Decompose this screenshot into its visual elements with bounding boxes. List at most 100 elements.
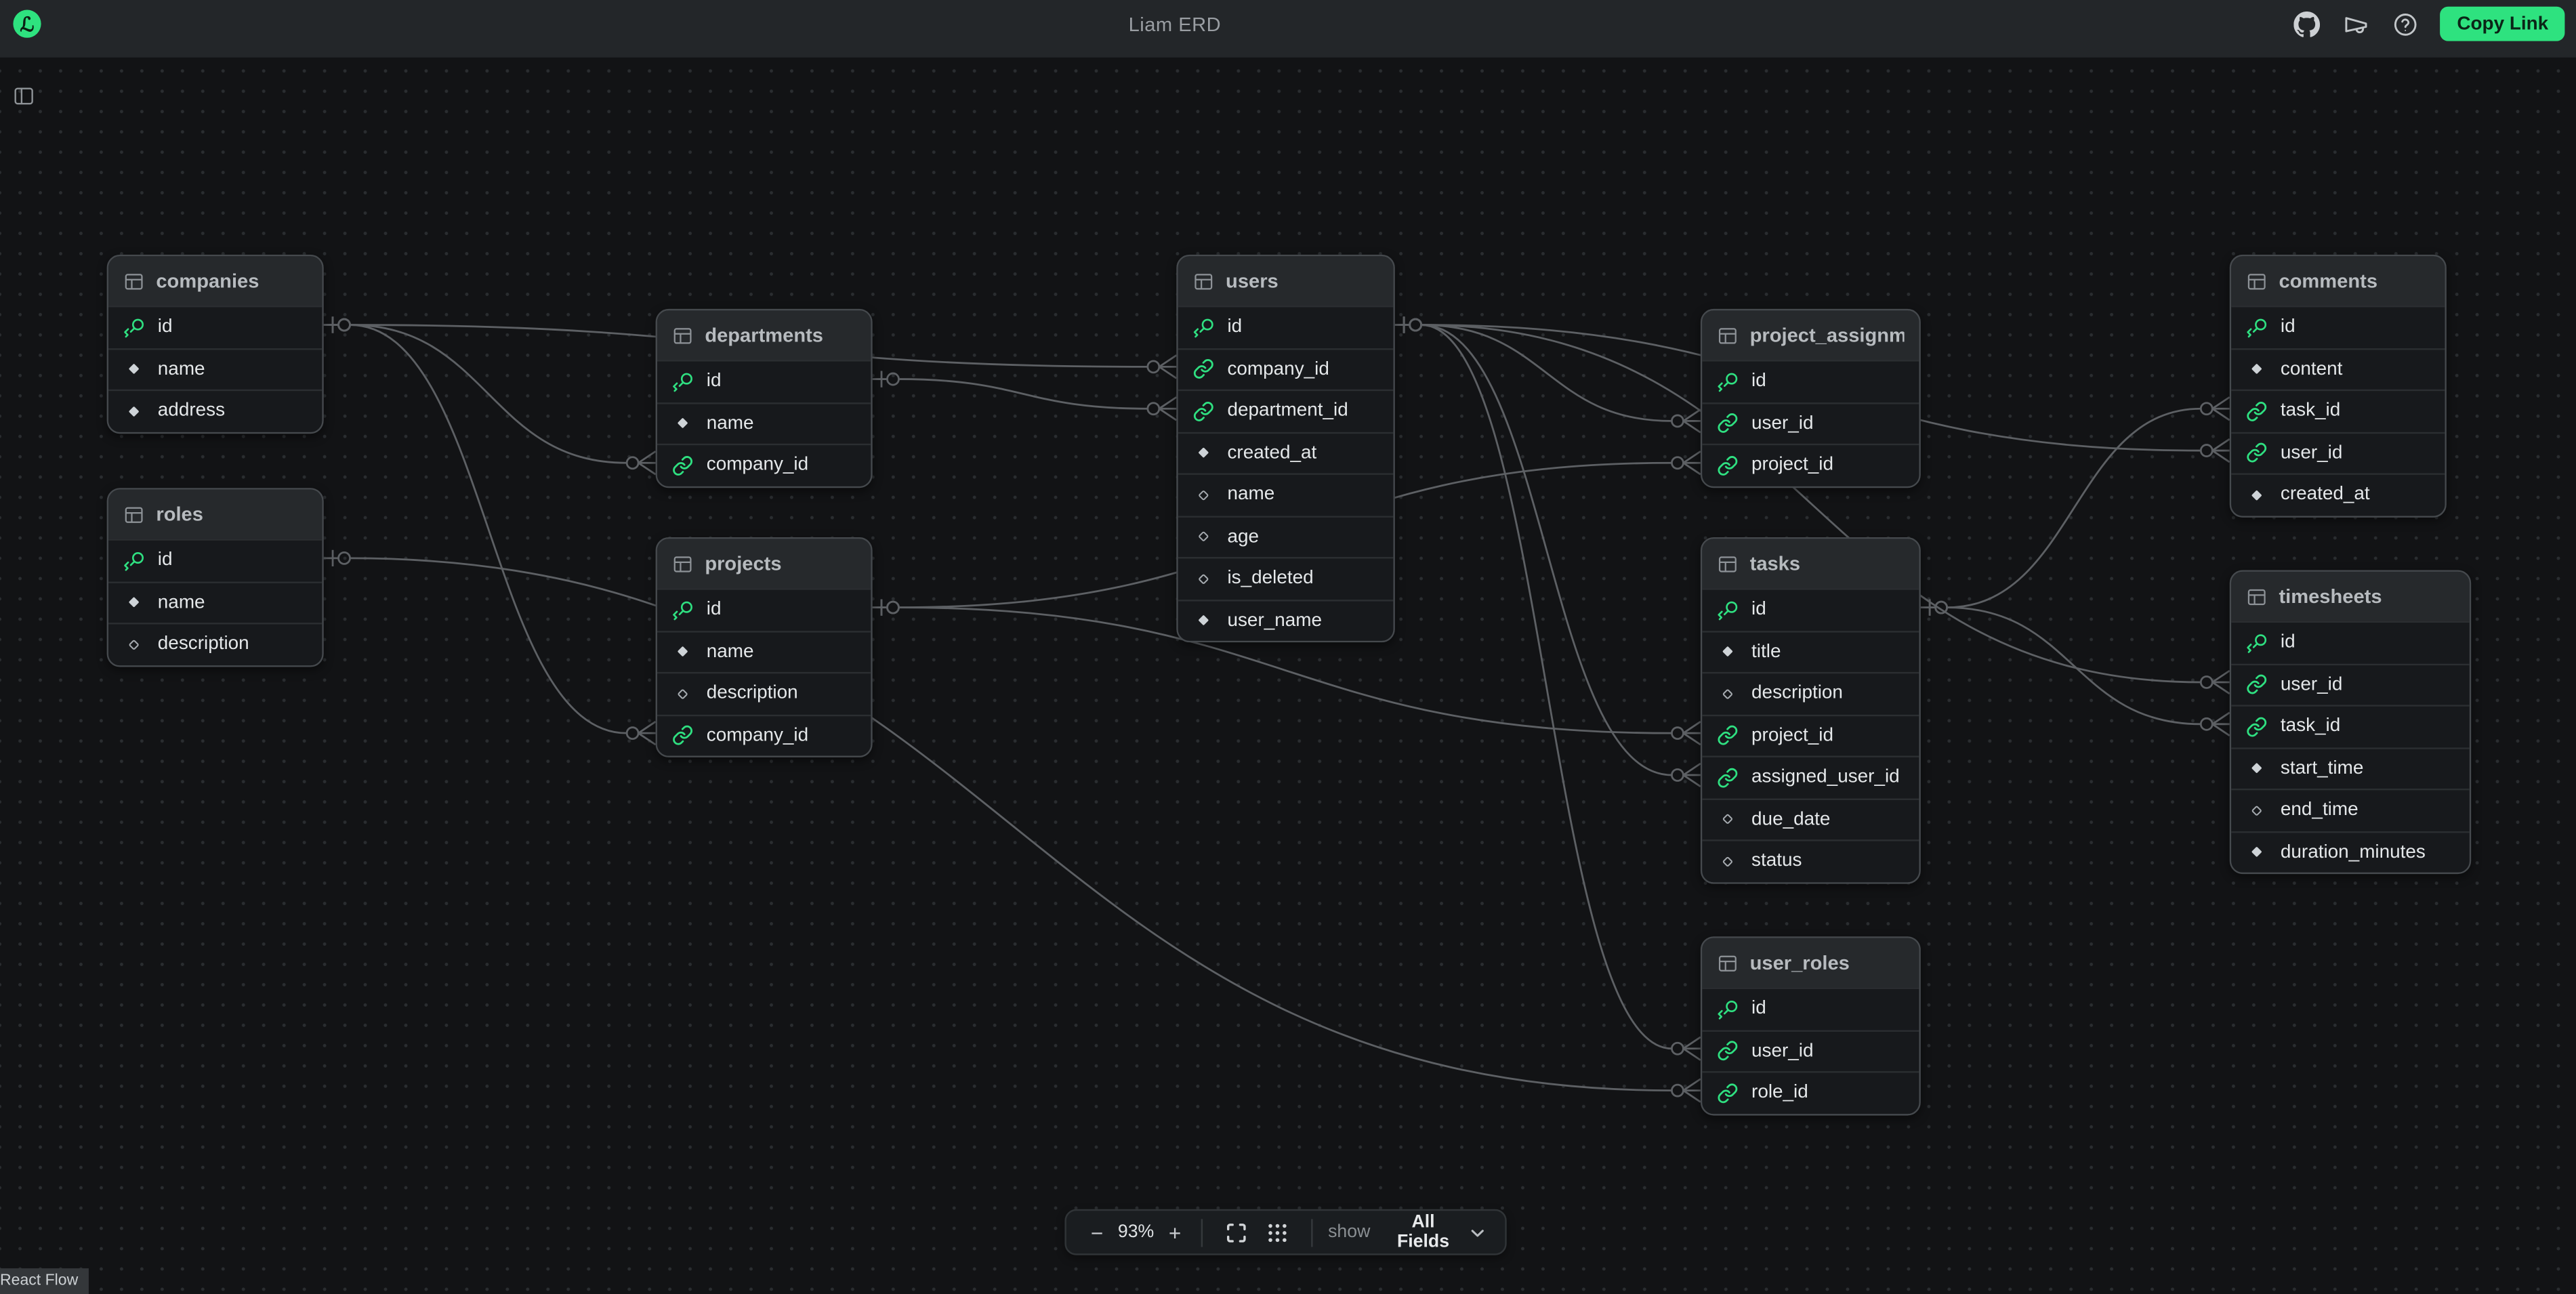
column-projects-company_id[interactable]: company_id xyxy=(657,714,871,756)
megaphone-icon[interactable] xyxy=(2342,10,2370,38)
table-header-user_roles[interactable]: user_roles xyxy=(1702,938,1919,988)
column-label: name xyxy=(707,642,754,662)
table-title: departments xyxy=(705,324,856,347)
table-users[interactable]: usersid company_id department_idcreated_at… xyxy=(1176,255,1395,642)
column-roles-description[interactable]: description xyxy=(108,623,322,665)
column-label: title xyxy=(1751,642,1781,662)
column-label: assigned_user_id xyxy=(1751,768,1900,787)
column-timesheets-id[interactable]: id xyxy=(2231,621,2470,663)
column-timesheets-end_time[interactable]: end_time xyxy=(2231,789,2470,831)
column-companies-address[interactable]: address xyxy=(108,390,322,432)
table-comments[interactable]: commentsidcontent task_id user_id created_a… xyxy=(2230,255,2447,517)
primary-key-icon xyxy=(123,550,145,572)
column-label: company_id xyxy=(1227,359,1329,379)
table-tasks[interactable]: tasks id title description project_idassigne… xyxy=(1701,537,1921,883)
column-timesheets-start_time[interactable]: start_time xyxy=(2231,747,2470,789)
table-companies[interactable]: companiesidnameaddress xyxy=(107,255,324,433)
column-comments-id[interactable]: id xyxy=(2231,306,2445,348)
column-timesheets-duration_minutes[interactable]: duration_minutes xyxy=(2231,831,2470,873)
table-header-departments[interactable]: departments xyxy=(657,310,871,360)
column-tasks-description[interactable]: description xyxy=(1702,672,1919,714)
not-null-diamond-icon xyxy=(123,400,145,422)
column-users-age[interactable]: age xyxy=(1178,515,1394,557)
column-tasks-title[interactable]: title xyxy=(1702,630,1919,672)
column-users-user_name[interactable]: user_name xyxy=(1178,599,1394,641)
table-header-timesheets[interactable]: timesheets xyxy=(2231,572,2470,621)
column-tasks-project_id[interactable]: project_id xyxy=(1702,714,1919,756)
column-comments-user_id[interactable]: user_id xyxy=(2231,432,2445,474)
column-comments-content[interactable]: content xyxy=(2231,348,2445,390)
column-label: created_at xyxy=(2281,485,2370,505)
table-header-comments[interactable]: comments xyxy=(2231,256,2445,306)
column-tasks-status[interactable]: status xyxy=(1702,839,1919,881)
foreign-key-icon xyxy=(1717,1082,1739,1104)
table-timesheets[interactable]: timesheets id user_idtask_idstart_timeend_… xyxy=(2230,570,2471,874)
help-icon[interactable] xyxy=(2391,10,2419,38)
column-tasks-id[interactable]: id xyxy=(1702,588,1919,630)
column-departments-id[interactable]: id xyxy=(657,360,871,402)
tidy-up-icon[interactable] xyxy=(1265,1220,1289,1245)
column-project_assignments-user_id[interactable]: user_id xyxy=(1702,402,1919,444)
column-users-name[interactable]: name xyxy=(1178,473,1394,515)
table-departments[interactable]: departments idnamecompany_id xyxy=(656,309,873,487)
toolbar-divider xyxy=(1201,1218,1202,1246)
column-users-department_id[interactable]: department_id xyxy=(1178,390,1394,432)
column-roles-id[interactable]: id xyxy=(108,539,322,581)
github-icon[interactable] xyxy=(2293,10,2321,38)
column-projects-id[interactable]: id xyxy=(657,588,871,630)
zoom-out-button[interactable]: − xyxy=(1086,1219,1108,1245)
column-companies-id[interactable]: id xyxy=(108,306,322,348)
column-roles-name[interactable]: name xyxy=(108,581,322,623)
column-timesheets-task_id[interactable]: task_id xyxy=(2231,705,2470,747)
column-label: user_id xyxy=(1751,413,1813,433)
column-user_roles-id[interactable]: id xyxy=(1702,987,1919,1029)
column-departments-company_id[interactable]: company_id xyxy=(657,444,871,486)
not-null-diamond-icon xyxy=(2246,841,2268,863)
react-flow-attribution[interactable]: React Flow xyxy=(0,1268,88,1294)
column-label: id xyxy=(1751,999,1766,1019)
column-tasks-assigned_user_id[interactable]: assigned_user_id xyxy=(1702,756,1919,798)
table-header-tasks[interactable]: tasks xyxy=(1702,539,1919,588)
table-header-companies[interactable]: companies xyxy=(108,256,322,306)
column-users-is_deleted[interactable]: is_deleted xyxy=(1178,557,1394,599)
column-tasks-due_date[interactable]: due_date xyxy=(1702,797,1919,839)
top-bar-row: ℒ Liam ERD Copy Link xyxy=(0,0,2576,47)
liam-logo-icon[interactable]: ℒ xyxy=(13,10,41,38)
column-companies-name[interactable]: name xyxy=(108,348,322,390)
column-user_roles-role_id[interactable]: role_id xyxy=(1702,1071,1919,1113)
table-roles[interactable]: rolesidnamedescription xyxy=(107,488,324,666)
column-comments-task_id[interactable]: task_id xyxy=(2231,390,2445,432)
table-header-project_assignments[interactable]: project_assignme... xyxy=(1702,310,1919,360)
column-projects-description[interactable]: description xyxy=(657,672,871,714)
not-null-diamond-icon xyxy=(2246,484,2268,506)
column-project_assignments-project_id[interactable]: project_id xyxy=(1702,444,1919,486)
fields-filter-dropdown[interactable]: All Fields xyxy=(1385,1213,1485,1252)
column-comments-created_at[interactable]: created_at xyxy=(2231,473,2445,515)
column-label: id xyxy=(1751,600,1766,620)
primary-key-icon xyxy=(1717,999,1739,1020)
column-label: project_id xyxy=(1751,726,1833,745)
table-project_assignments[interactable]: project_assignme...id user_id project_id xyxy=(1701,309,1921,487)
column-label: task_id xyxy=(2281,401,2340,421)
table-user_roles[interactable]: user_rolesid user_idrole_id xyxy=(1701,936,1921,1114)
table-header-roles[interactable]: roles xyxy=(108,490,322,539)
column-label: id xyxy=(2281,633,2295,652)
table-icon xyxy=(2246,586,2268,608)
fit-view-icon[interactable] xyxy=(1225,1220,1249,1245)
column-users-company_id[interactable]: company_id xyxy=(1178,348,1394,390)
column-users-id[interactable]: id xyxy=(1178,306,1394,348)
table-projects[interactable]: projectsid name descriptioncompany_id xyxy=(656,537,873,757)
copy-link-button[interactable]: Copy Link xyxy=(2440,7,2564,41)
column-user_roles-user_id[interactable]: user_id xyxy=(1702,1029,1919,1071)
column-projects-name[interactable]: name xyxy=(657,630,871,672)
table-header-users[interactable]: users xyxy=(1178,256,1394,306)
column-users-created_at[interactable]: created_at xyxy=(1178,432,1394,474)
zoom-level: 93% xyxy=(1118,1222,1154,1242)
column-departments-name[interactable]: name xyxy=(657,402,871,444)
column-project_assignments-id[interactable]: id xyxy=(1702,360,1919,402)
zoom-in-button[interactable]: + xyxy=(1164,1219,1186,1245)
column-label: id xyxy=(1751,372,1766,392)
column-timesheets-user_id[interactable]: user_id xyxy=(2231,663,2470,705)
table-title: timesheets xyxy=(2279,585,2454,608)
table-header-projects[interactable]: projects xyxy=(657,539,871,588)
